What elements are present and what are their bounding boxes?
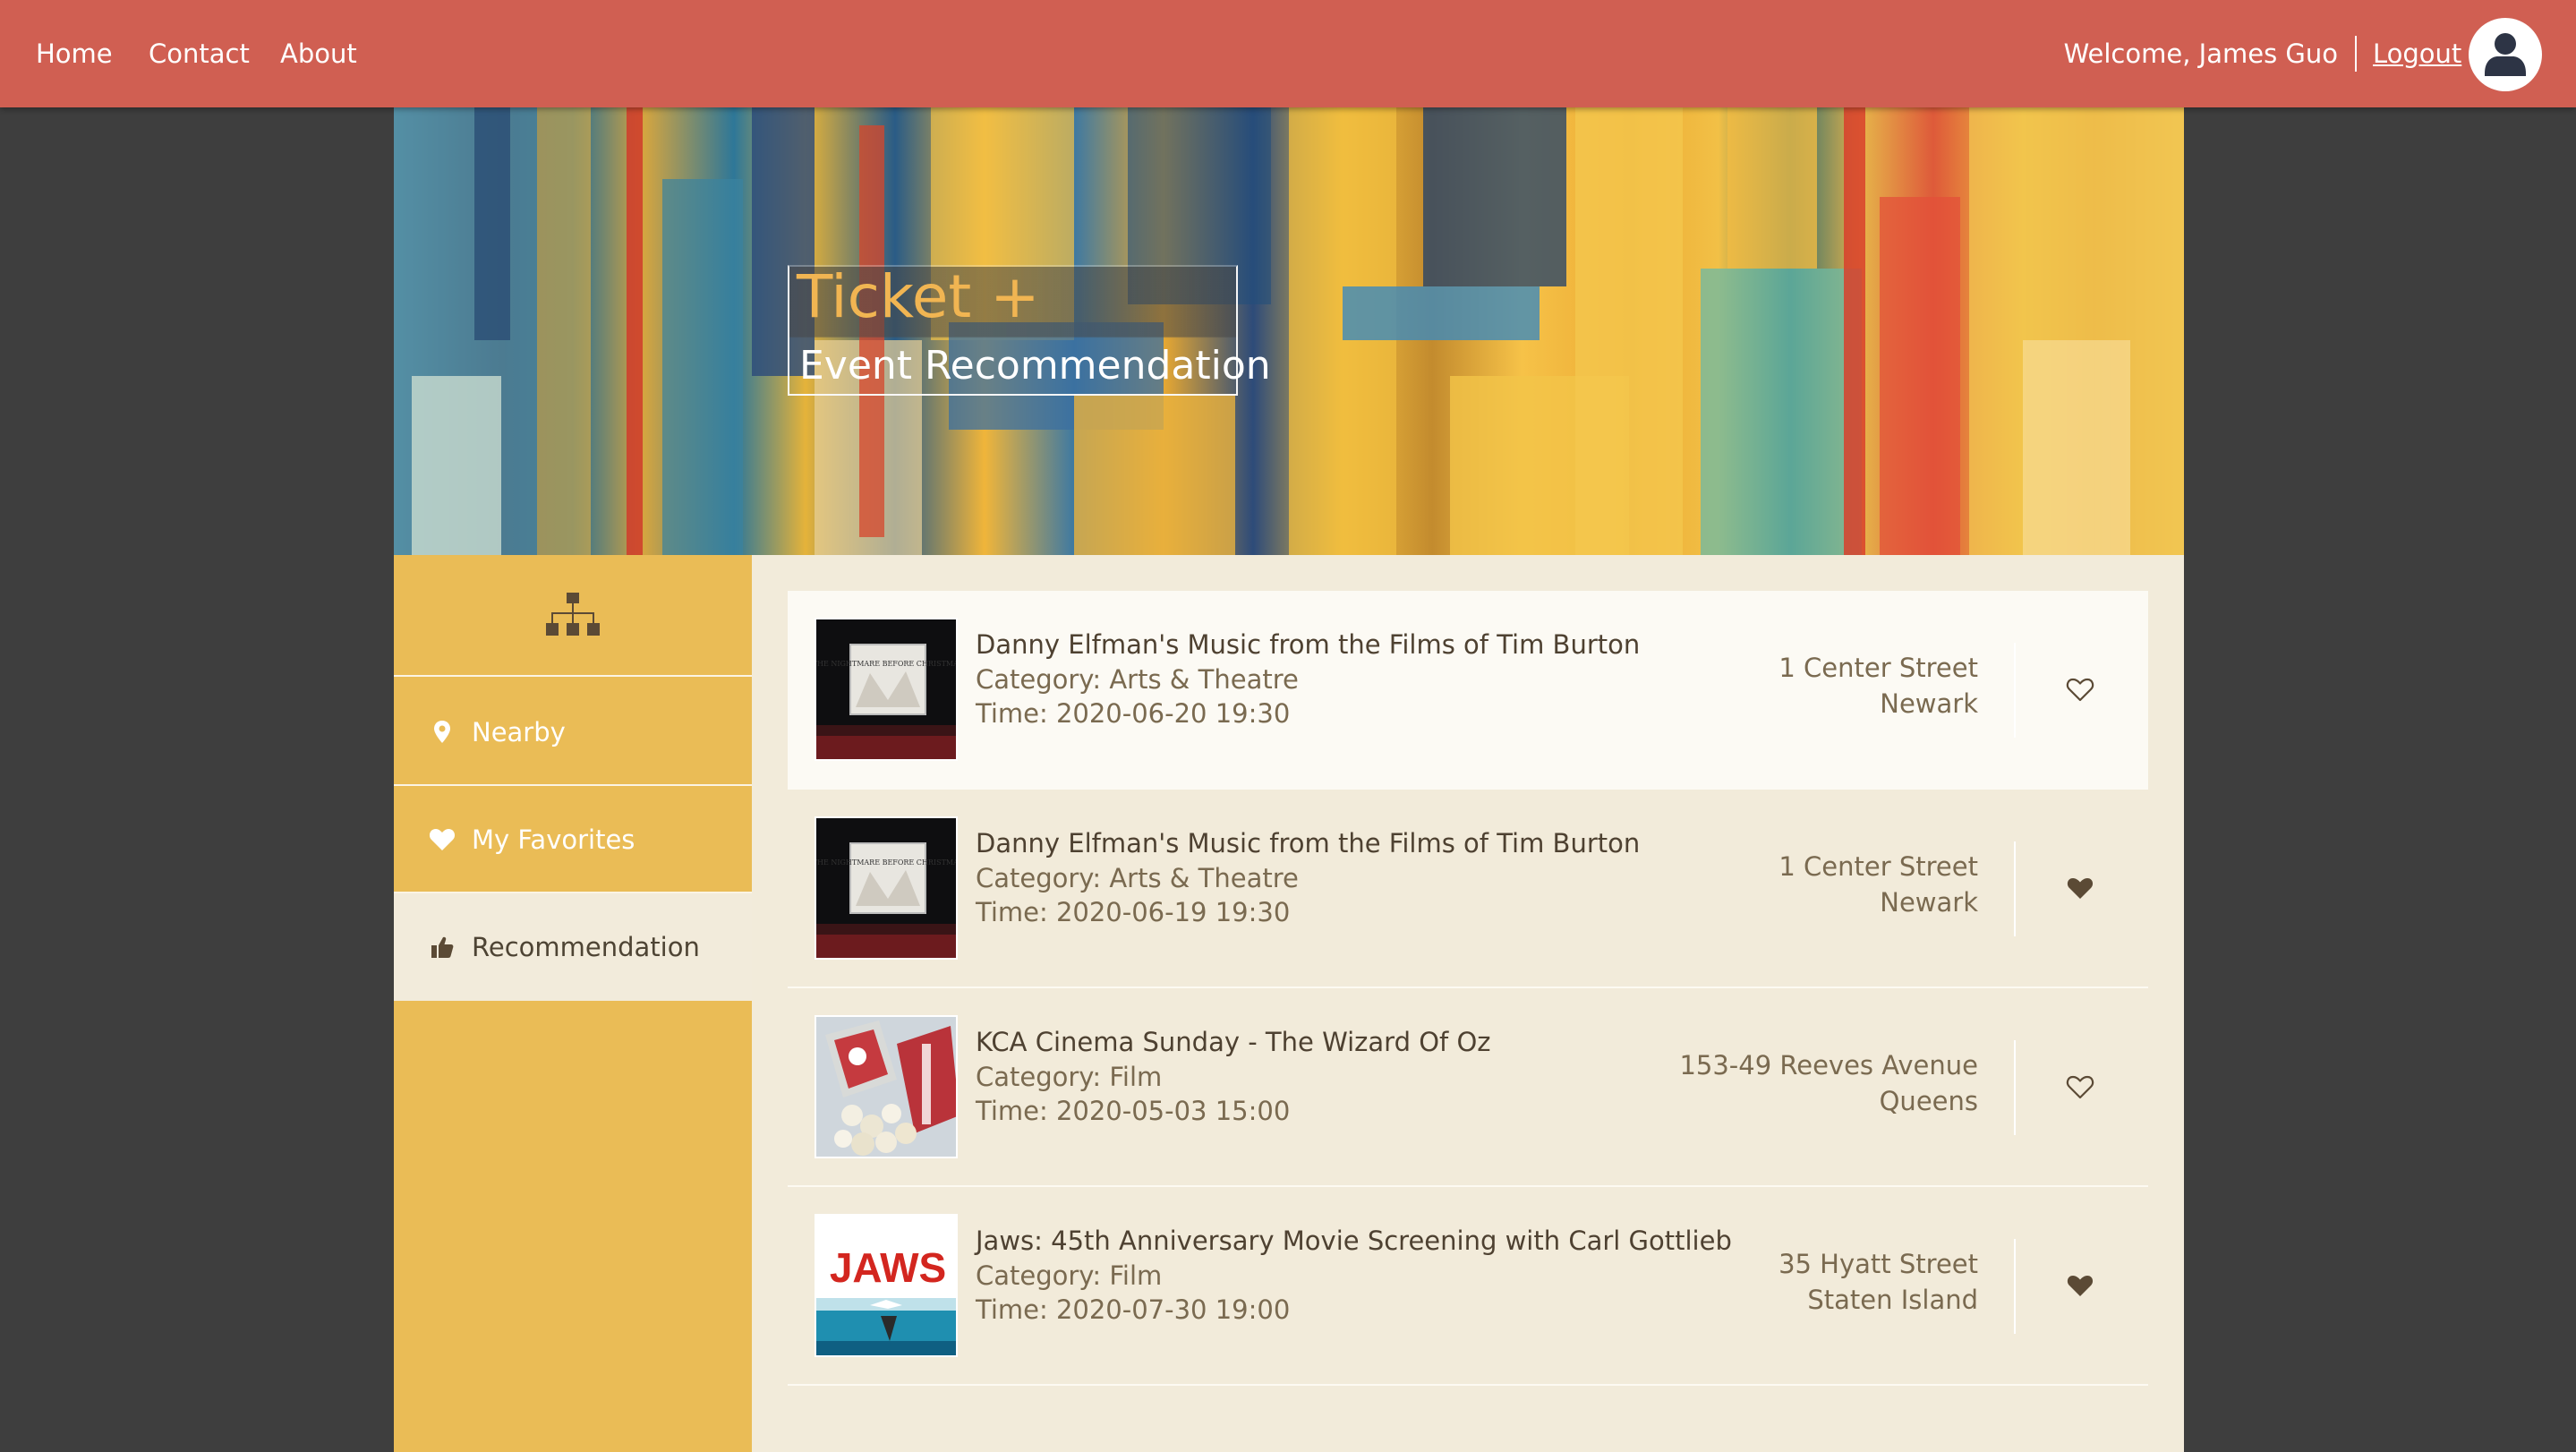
favorite-divider bbox=[2014, 1239, 2016, 1334]
event-city: Newark bbox=[1880, 688, 1978, 719]
event-address: 1 Center Street Newark bbox=[1778, 650, 1978, 722]
user-icon bbox=[2485, 33, 2526, 76]
event-street: 35 Hyatt Street bbox=[1778, 1249, 1978, 1279]
map-pin-icon bbox=[434, 721, 450, 743]
nav-about-link[interactable]: About bbox=[280, 34, 357, 73]
nav-home-link[interactable]: Home bbox=[36, 34, 113, 73]
event-name-link[interactable]: Danny Elfman's Music from the Films of T… bbox=[976, 627, 1640, 662]
event-street: 1 Center Street bbox=[1778, 653, 1978, 683]
heart-outline-icon[interactable] bbox=[2062, 671, 2098, 707]
event-time: Time: 2020-05-03 15:00 bbox=[976, 1096, 1291, 1126]
poster-text: THE NIGHTMARE BEFORE CHRISTMAS bbox=[816, 660, 958, 668]
event-card[interactable]: THE NIGHTMARE BEFORE CHRISTMAS Danny Elf… bbox=[788, 790, 2148, 988]
favorite-divider bbox=[2014, 643, 2016, 738]
event-card[interactable]: KCA Cinema Sunday - The Wizard Of Oz Cat… bbox=[788, 988, 2148, 1187]
event-thumbnail: THE NIGHTMARE BEFORE CHRISTMAS bbox=[815, 618, 958, 761]
event-time: Time: 2020-06-20 19:30 bbox=[976, 698, 1291, 729]
heart-filled-icon[interactable] bbox=[2062, 870, 2098, 906]
event-category: Category: Arts & Theatre bbox=[976, 863, 1299, 893]
poster-text: THE NIGHTMARE BEFORE CHRISTMAS bbox=[816, 858, 958, 867]
nav-divider bbox=[2355, 36, 2357, 72]
event-name-link[interactable]: KCA Cinema Sunday - The Wizard Of Oz bbox=[976, 1024, 1491, 1060]
nav-contact-link[interactable]: Contact bbox=[149, 34, 250, 73]
sidebar-item-label: My Favorites bbox=[472, 824, 635, 855]
event-address: 35 Hyatt Street Staten Island bbox=[1778, 1246, 1978, 1318]
thumbs-up-icon bbox=[431, 936, 454, 958]
welcome-text: Welcome, James Guo bbox=[2063, 38, 2338, 69]
heart-filled-icon[interactable] bbox=[2062, 1268, 2098, 1303]
event-name-link[interactable]: Jaws: 45th Anniversary Movie Screening w… bbox=[976, 1223, 1732, 1259]
concert-poster-image: THE NIGHTMARE BEFORE CHRISTMAS bbox=[816, 619, 958, 759]
event-address: 153-49 Reeves Avenue Queens bbox=[1679, 1047, 1978, 1119]
event-street: 153-49 Reeves Avenue bbox=[1679, 1050, 1978, 1080]
hero-banner bbox=[394, 107, 2184, 555]
sitemap-icon bbox=[546, 593, 600, 636]
abstract-painting-image bbox=[394, 107, 2184, 555]
poster-title: JAWS bbox=[830, 1244, 946, 1291]
sidebar-item-label: Recommendation bbox=[472, 932, 700, 962]
event-street: 1 Center Street bbox=[1778, 851, 1978, 882]
sidebar-header bbox=[394, 555, 752, 677]
favorite-divider bbox=[2014, 841, 2016, 936]
favorite-divider bbox=[2014, 1040, 2016, 1135]
sidebar-item-recommendation[interactable]: Recommendation bbox=[394, 893, 752, 1001]
event-time: Time: 2020-07-30 19:00 bbox=[976, 1294, 1291, 1325]
top-nav: Home Contact About Welcome, James Guo Lo… bbox=[0, 0, 2576, 107]
sidebar-item-my-favorites[interactable]: My Favorites bbox=[394, 786, 752, 893]
event-category: Category: Film bbox=[976, 1062, 1163, 1092]
banner-title: Ticket + bbox=[797, 262, 1040, 331]
jaws-poster-image: JAWS bbox=[816, 1216, 956, 1355]
event-card[interactable]: THE NIGHTMARE BEFORE CHRISTMAS Danny Elf… bbox=[788, 591, 2148, 790]
event-city: Queens bbox=[1879, 1086, 1978, 1116]
logout-link[interactable]: Logout bbox=[2373, 34, 2461, 73]
user-avatar[interactable] bbox=[2469, 18, 2542, 91]
event-thumbnail bbox=[815, 1015, 958, 1158]
event-time: Time: 2020-06-19 19:30 bbox=[976, 897, 1291, 927]
heart-icon bbox=[429, 829, 456, 850]
event-category: Category: Arts & Theatre bbox=[976, 664, 1299, 695]
sidebar: Nearby My Favorites Recommendation bbox=[394, 555, 752, 1452]
event-address: 1 Center Street Newark bbox=[1778, 849, 1978, 920]
event-category: Category: Film bbox=[976, 1260, 1163, 1291]
banner-subtitle: Event Recommendation bbox=[799, 343, 1271, 389]
sidebar-item-label: Nearby bbox=[472, 717, 566, 747]
heart-outline-icon[interactable] bbox=[2062, 1069, 2098, 1105]
event-card[interactable]: JAWS Jaws: 45th Anniversary Movie Screen… bbox=[788, 1187, 2148, 1386]
concert-poster-image: THE NIGHTMARE BEFORE CHRISTMAS bbox=[816, 818, 958, 958]
event-thumbnail: THE NIGHTMARE BEFORE CHRISTMAS bbox=[815, 816, 958, 960]
event-city: Newark bbox=[1880, 887, 1978, 918]
event-name-link[interactable]: Danny Elfman's Music from the Films of T… bbox=[976, 825, 1640, 861]
event-list: THE NIGHTMARE BEFORE CHRISTMAS Danny Elf… bbox=[752, 555, 2184, 1452]
popcorn-image bbox=[816, 1017, 956, 1157]
event-thumbnail: JAWS bbox=[815, 1214, 958, 1357]
event-city: Staten Island bbox=[1807, 1285, 1978, 1315]
sidebar-item-nearby[interactable]: Nearby bbox=[394, 679, 752, 786]
